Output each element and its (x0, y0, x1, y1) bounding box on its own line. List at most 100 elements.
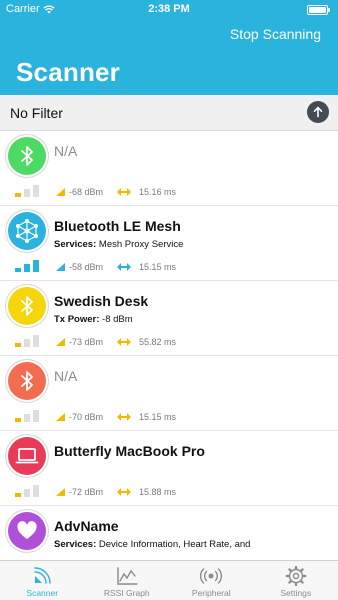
device-name: AdvName (54, 518, 119, 534)
heart-icon (16, 521, 38, 541)
signal-bar (15, 343, 21, 347)
signal-strength-icon (13, 406, 43, 422)
device-name: N/A (54, 143, 78, 159)
signal-bar (15, 268, 21, 272)
bluetooth-icon (17, 295, 37, 317)
stop-scanning-button[interactable]: Stop Scanning (230, 26, 321, 42)
bluetooth-icon (17, 145, 37, 167)
device-detail: Tx Power: -8 dBm (54, 314, 133, 325)
device-avatar (8, 512, 46, 550)
arrow-up-icon (313, 106, 323, 118)
signal-strength-icon (13, 256, 43, 272)
device-row[interactable]: Swedish Desk Tx Power: -8 dBm -73 dBm 55… (0, 281, 338, 356)
device-row[interactable]: AdvName Services: Device Information, He… (0, 506, 338, 560)
device-detail-label: Tx Power: (54, 314, 100, 325)
tab-peripheral[interactable]: Peripheral (169, 561, 254, 600)
device-detail: Services: Device Information, Heart Rate… (54, 539, 250, 550)
signal-bar (33, 260, 39, 272)
device-avatar (8, 287, 46, 325)
rssi-icon (56, 188, 69, 196)
interval-value: 15.15 ms (139, 412, 177, 422)
device-row[interactable]: Butterfly MacBook Pro -72 dBm 15.88 ms (0, 431, 338, 506)
device-name: N/A (54, 368, 78, 384)
interval-icon (103, 338, 135, 346)
device-stats: -58 dBm 15.15 ms (56, 262, 176, 272)
bluetooth-icon (17, 370, 37, 392)
device-name: Bluetooth LE Mesh (54, 218, 181, 234)
signal-bar (24, 189, 30, 197)
device-stats: -70 dBm 15.15 ms (56, 412, 176, 422)
scanner-icon (32, 566, 52, 586)
signal-strength-icon (13, 181, 43, 197)
device-detail-value: Mesh Proxy Service (96, 239, 184, 250)
device-row[interactable]: N/A -68 dBm 15.16 ms (0, 131, 338, 206)
mesh-network-icon (14, 218, 40, 244)
signal-bar (24, 489, 30, 497)
device-detail-value: Device Information, Heart Rate, and (96, 539, 251, 550)
page-title: Scanner (16, 57, 121, 87)
tab-label: Settings (280, 588, 312, 598)
rssi-value: -70 dBm (69, 412, 104, 422)
peripheral-icon (200, 566, 223, 586)
status-bar: Carrier 2:38 PM (0, 0, 338, 20)
signal-bar (33, 410, 39, 422)
signal-bar (33, 335, 39, 347)
rssi-value: -73 dBm (69, 337, 104, 347)
interval-value: 15.15 ms (139, 262, 177, 272)
clock: 2:38 PM (148, 3, 190, 15)
signal-bar (15, 193, 21, 197)
interval-icon (103, 488, 135, 496)
device-name: Swedish Desk (54, 293, 149, 309)
device-avatar (8, 437, 46, 475)
rssi-value: -58 dBm (69, 262, 104, 272)
device-avatar (8, 212, 46, 250)
device-avatar (8, 137, 46, 175)
interval-value: 15.88 ms (139, 487, 177, 497)
tab-label: RSSI Graph (103, 588, 150, 598)
signal-bar (24, 339, 30, 347)
gear-icon (285, 566, 307, 586)
rssi-icon (56, 338, 69, 346)
filter-toggle-button[interactable] (307, 101, 329, 123)
battery-icon (307, 5, 330, 15)
device-row[interactable]: Bluetooth LE Mesh Services: Mesh Proxy S… (0, 206, 338, 281)
signal-bar (33, 185, 39, 197)
device-list[interactable]: N/A -68 dBm 15.16 ms Bluetooth LE Mesh S… (0, 131, 338, 560)
device-detail-label: Services: (54, 539, 97, 550)
interval-value: 55.82 ms (139, 337, 177, 347)
header: Carrier 2:38 PM Stop Scanning Scanner (0, 0, 338, 95)
filter-bar[interactable]: No Filter (0, 95, 338, 131)
tab-settings[interactable]: Settings (254, 561, 338, 600)
rssi-value: -68 dBm (69, 187, 104, 197)
device-detail-value: -8 dBm (99, 314, 133, 325)
tab-label: Scanner (26, 588, 59, 598)
device-stats: -72 dBm 15.88 ms (56, 487, 176, 497)
tab-bar: Scanner RSSI Graph Peripheral Settings (0, 560, 338, 600)
device-stats: -68 dBm 15.16 ms (56, 187, 176, 197)
tab-scanner[interactable]: Scanner (0, 561, 85, 600)
device-detail-label: Services: (54, 239, 97, 250)
signal-bar (15, 418, 21, 422)
signal-strength-icon (13, 331, 43, 347)
interval-icon (103, 188, 135, 196)
tab-rssi-graph[interactable]: RSSI Graph (85, 561, 170, 600)
graph-icon (116, 566, 138, 586)
rssi-icon (56, 413, 69, 421)
signal-bar (33, 485, 39, 497)
rssi-icon (56, 488, 69, 496)
rssi-value: -72 dBm (69, 487, 104, 497)
interval-icon (103, 263, 135, 271)
tab-label: Peripheral (191, 588, 231, 598)
interval-value: 15.16 ms (139, 187, 177, 197)
rssi-icon (56, 263, 69, 271)
signal-bar (15, 493, 21, 497)
laptop-icon (15, 447, 39, 465)
device-stats: -73 dBm 55.82 ms (56, 337, 176, 347)
signal-bar (24, 264, 30, 272)
signal-strength-icon (13, 481, 43, 497)
device-row[interactable]: N/A -70 dBm 15.15 ms (0, 356, 338, 431)
filter-label: No Filter (10, 105, 63, 121)
device-avatar (8, 362, 46, 400)
device-name: Butterfly MacBook Pro (54, 443, 205, 459)
device-detail: Services: Mesh Proxy Service (54, 239, 183, 250)
